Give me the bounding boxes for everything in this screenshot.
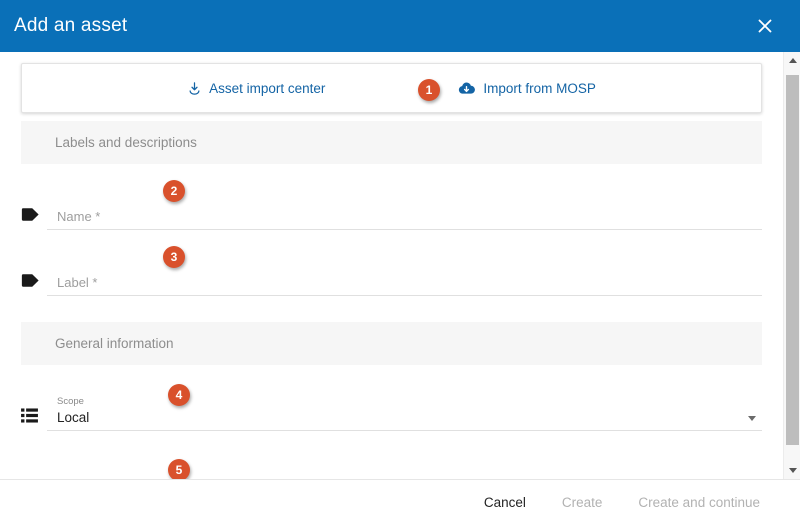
add-asset-dialog: Add an asset Asset import center Import … [0,0,800,525]
scrollbar-up-button[interactable] [784,52,800,69]
name-field-icon-wrap [21,207,47,230]
dialog-scroll-content: Asset import center Import from MOSP 1 L… [0,52,783,479]
close-button[interactable] [748,9,782,43]
section-header-general-information: General information [21,322,762,365]
label-field-icon-wrap [21,273,47,296]
name-input[interactable]: Name * [47,178,762,230]
asset-import-center-label: Asset import center [209,80,326,96]
scope-select[interactable]: Scope Local [47,379,762,431]
badge-3: 3 [163,246,185,268]
list-icon [21,408,38,423]
scope-value: Local [57,410,90,425]
import-bar: Asset import center Import from MOSP 1 [21,63,762,113]
dialog-body: Asset import center Import from MOSP 1 L… [0,52,800,479]
badge-2: 2 [163,180,185,202]
vertical-scrollbar[interactable] [783,52,800,479]
section-title: Labels and descriptions [55,135,197,150]
asset-type-input[interactable]: Asset type * [47,457,762,479]
section-title: General information [55,336,174,351]
cancel-button[interactable]: Cancel [466,489,544,516]
tag-icon [21,274,39,287]
field-row-asset-type: Asset type * 5 [0,457,783,479]
scroll-down-arrow-icon [788,468,797,473]
cloud-download-icon [459,82,476,94]
dialog-footer: Cancel Create Create and continue [0,479,800,525]
section-header-labels-descriptions: Labels and descriptions [21,121,762,164]
badge-1: 1 [418,79,440,101]
field-row-name: Name * 2 [0,178,783,230]
download-icon [189,81,200,95]
asset-import-center-link[interactable]: Asset import center [181,77,331,100]
create-and-continue-button[interactable]: Create and continue [620,489,778,516]
chevron-down-icon[interactable] [748,416,756,421]
dialog-title: Add an asset [14,15,128,36]
scope-field-icon-wrap [21,408,47,431]
scope-mini-label: Scope [57,396,84,407]
close-icon [758,19,772,33]
scrollbar-down-button[interactable] [784,462,800,479]
import-from-mosp-label: Import from MOSP [483,80,596,96]
scrollbar-thumb[interactable] [786,75,799,445]
label-input[interactable]: Label * [47,244,762,296]
import-from-mosp-link[interactable]: Import from MOSP [451,77,602,100]
create-button[interactable]: Create [544,489,621,516]
badge-5: 5 [168,459,190,479]
badge-4: 4 [168,384,190,406]
name-placeholder: Name * [57,209,101,224]
tag-icon [21,208,39,221]
field-row-scope: Scope Local 4 [0,379,783,431]
dialog-titlebar: Add an asset [0,0,800,52]
field-row-label: Label * 3 [0,244,783,296]
scroll-up-arrow-icon [788,58,797,63]
label-placeholder: Label * [57,275,98,290]
